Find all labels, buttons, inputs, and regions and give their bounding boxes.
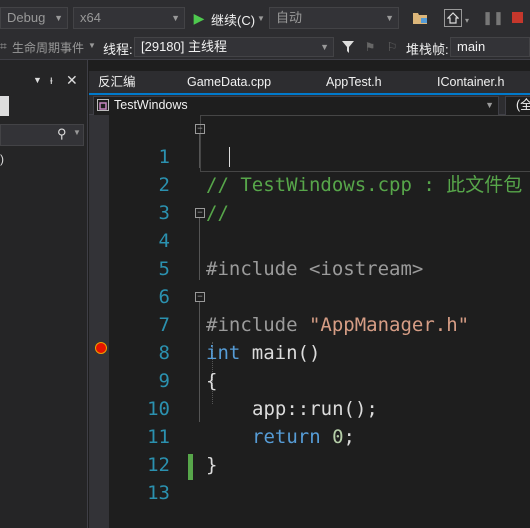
- flag-threads-icon[interactable]: ⚑: [362, 39, 378, 55]
- code-line-5: 5: [0, 227, 530, 280]
- flag-icon[interactable]: ⚐: [384, 39, 400, 55]
- project-icon: [97, 99, 109, 111]
- code-line-3: 3: [0, 171, 530, 224]
- filter-icon[interactable]: [340, 39, 356, 55]
- tab-gamedata-cpp[interactable]: GameData.cpp: [187, 71, 271, 93]
- code-line-11: 11 }: [0, 395, 530, 476]
- auto-value: 自动: [276, 10, 303, 25]
- thread-combo[interactable]: [29180] 主线程 ▼: [134, 37, 334, 57]
- platform-value: x64: [80, 10, 101, 25]
- chevron-down-icon: ▼: [320, 42, 329, 52]
- thread-value: [29180] 主线程: [141, 39, 227, 54]
- pause-icon[interactable]: ❚❚: [482, 10, 504, 26]
- stackframe-combo[interactable]: main: [450, 37, 530, 57]
- panel-header: ▼ ᵼ ✕: [0, 72, 88, 92]
- continue-button[interactable]: 继续(C): [211, 10, 255, 29]
- navigation-bar: TestWindows ▼ (全: [89, 95, 530, 116]
- code-line-10: 10 return 0;: [0, 367, 530, 448]
- stackframe-label: 堆栈帧:: [406, 42, 449, 57]
- auto-combo[interactable]: 自动 ▼: [269, 7, 399, 29]
- project-scope-value: TestWindows: [114, 98, 188, 112]
- configuration-combo[interactable]: Debug ▼: [0, 7, 68, 29]
- code-line-7: 7 int main(): [0, 283, 530, 364]
- global-scope-value: (全: [516, 98, 530, 112]
- chevron-down-icon[interactable]: ▼: [88, 41, 96, 50]
- platform-combo[interactable]: x64 ▼: [73, 7, 185, 29]
- folder-icon[interactable]: [412, 10, 428, 26]
- chevron-down-icon[interactable]: ▾: [463, 14, 471, 26]
- project-scope-combo[interactable]: TestWindows ▼: [93, 96, 499, 116]
- main-toolbar: Debug ▼ x64 ▼ ▶ 继续(C) ▼ 自动 ▼ ▾ ❚❚: [0, 0, 530, 36]
- chevron-down-icon[interactable]: ▼: [256, 10, 266, 26]
- text-cursor: [229, 147, 230, 167]
- chevron-down-icon: ▼: [54, 13, 63, 23]
- code-line-9: 9 app::run();: [0, 339, 530, 420]
- chevron-down-icon[interactable]: ▼: [33, 75, 42, 85]
- panel-toolbar-button[interactable]: [0, 96, 9, 116]
- home-icon[interactable]: [444, 9, 462, 27]
- code-line-1: 1 // TestWindows.cpp : 此文件包: [0, 115, 530, 196]
- close-icon[interactable]: ✕: [66, 72, 78, 89]
- configuration-value: Debug: [7, 10, 46, 25]
- continue-play-icon[interactable]: ▶: [192, 9, 206, 27]
- code-line-12: 12: [0, 423, 530, 476]
- code-line-13: 13: [0, 451, 530, 504]
- lifecycle-events-button[interactable]: 生命周期事件: [12, 39, 84, 56]
- tab-icontainer-h[interactable]: IContainer.h: [437, 71, 504, 93]
- chevron-down-icon: ▼: [385, 13, 394, 23]
- document-tabs: 反汇编 GameData.cpp AppTest.h IContainer.h: [89, 71, 530, 93]
- chevron-down-icon: ▼: [485, 100, 494, 110]
- lifecycle-events-icon[interactable]: ⌗: [0, 39, 7, 54]
- code-line-8: 8 {: [0, 311, 530, 392]
- stop-icon[interactable]: [512, 12, 523, 23]
- tab-disassembly[interactable]: 反汇编: [98, 71, 136, 93]
- debug-location-toolbar: ⌗ 生命周期事件 ▼ 线程: [29180] 主线程 ▼ ⚑ ⚐ 堆栈帧: ma…: [0, 36, 530, 60]
- tab-apptest-h[interactable]: AppTest.h: [326, 71, 382, 93]
- chevron-down-icon: ▼: [171, 13, 180, 23]
- global-scope-combo[interactable]: (全: [505, 96, 530, 116]
- line-number: 13: [147, 482, 170, 504]
- code-line-4: 4 #include <iostream>: [0, 199, 530, 280]
- thread-label: 线程:: [103, 42, 133, 57]
- code-line-2: 2 //: [0, 143, 530, 224]
- pin-icon[interactable]: ᵼ: [50, 73, 53, 87]
- stackframe-value: main: [457, 39, 486, 54]
- code-line-6: 6 #include "AppManager.h": [0, 255, 530, 336]
